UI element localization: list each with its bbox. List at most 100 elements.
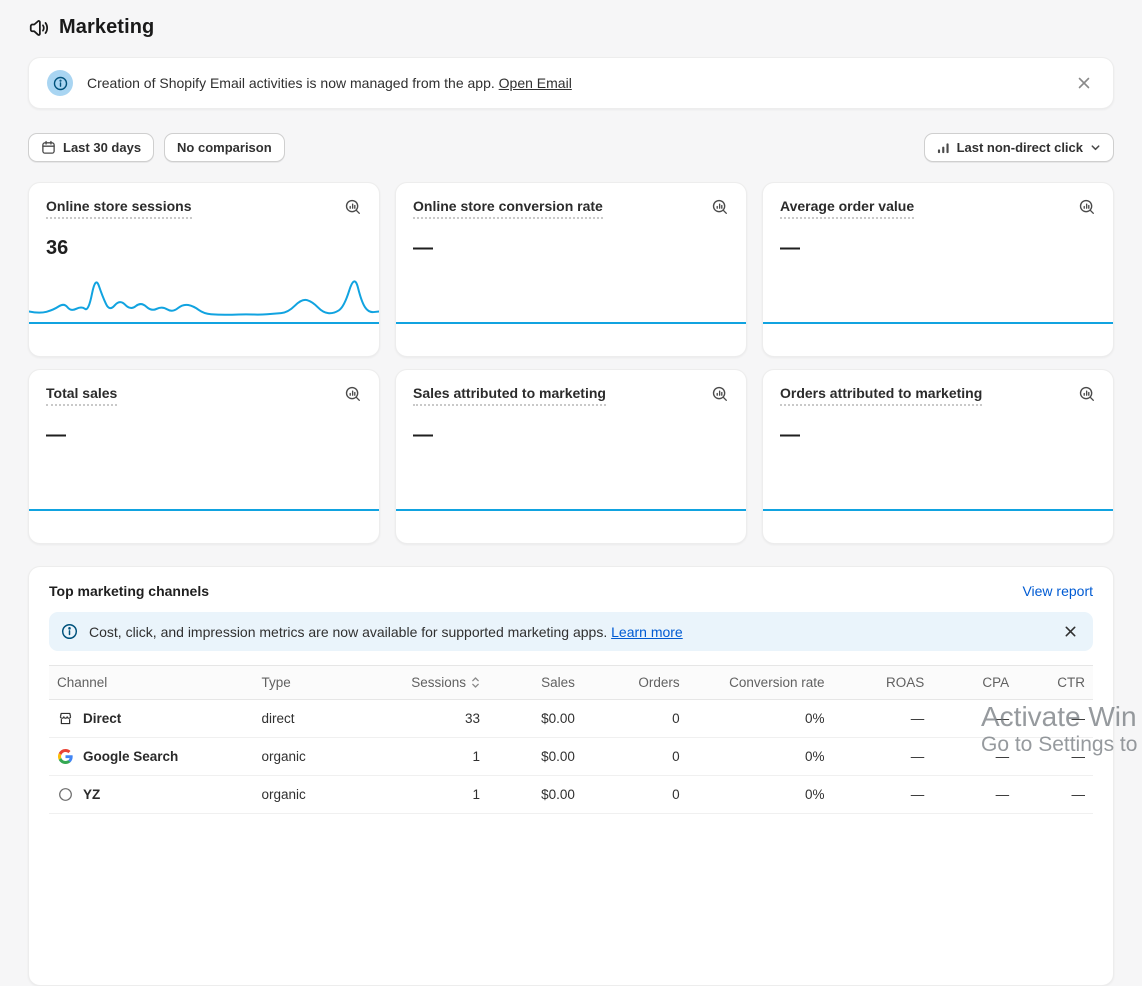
top-marketing-channels-card: Top marketing channels View report Cost,… [28,566,1114,986]
chart-baseline [763,509,1113,511]
col-cpa: CPA [932,666,1017,700]
metric-value: — [780,237,1096,260]
channels-info-banner: Cost, click, and impression metrics are … [49,612,1093,651]
col-type: Type [253,666,388,700]
metric-title: Average order value [780,198,914,219]
metric-card-sales-attributed: Sales attributed to marketing — [395,369,747,544]
page-header: Marketing [28,0,1114,39]
attribution-model-dropdown[interactable]: Last non-direct click [924,133,1114,162]
email-banner-text: Creation of Shopify Email activities is … [87,75,495,91]
report-icon[interactable] [1078,385,1096,403]
channel-sales: $0.00 [488,776,583,814]
channel-ctr: — [1017,738,1093,776]
chart-baseline [396,322,746,324]
metric-title: Online store sessions [46,198,192,219]
channel-sessions: 1 [388,776,488,814]
table-row-direct[interactable]: Direct direct 33 $0.00 0 0% — — — [49,700,1093,738]
col-orders: Orders [583,666,688,700]
chevron-down-icon [1090,142,1101,153]
metric-value: 36 [46,237,362,260]
open-email-link[interactable]: Open Email [499,75,572,91]
metric-title: Online store conversion rate [413,198,603,219]
metric-value: — [413,237,729,260]
page-root: { "header": { "title": "Marketing" }, "e… [0,0,1142,800]
bar-chart-icon [937,141,950,154]
channel-conversion-rate: 0% [688,776,833,814]
metric-card-orders-attributed: Orders attributed to marketing — [762,369,1114,544]
metric-title: Total sales [46,385,117,406]
channel-name[interactable]: Google Search [83,749,178,764]
storefront-icon [57,711,73,726]
chart-baseline [763,322,1113,324]
info-icon [47,70,73,96]
channel-type: organic [253,738,388,776]
channel-type: direct [253,700,388,738]
report-icon[interactable] [344,198,362,216]
filter-row: Last 30 days No comparison Last non-dire… [28,133,1114,162]
channel-roas: — [832,738,932,776]
date-range-label: Last 30 days [63,140,141,155]
channel-orders: 0 [583,738,688,776]
table-row[interactable]: YZ organic 1 $0.00 0 0% — — — [49,776,1093,814]
chart-baseline [29,509,379,511]
learn-more-link[interactable]: Learn more [611,624,683,640]
metric-card-total-sales: Total sales — [28,369,380,544]
channel-name[interactable]: Direct [83,711,121,726]
date-range-button[interactable]: Last 30 days [28,133,154,162]
email-banner-close-button[interactable] [1073,72,1095,94]
col-channel: Channel [49,666,253,700]
channel-conversion-rate: 0% [688,738,833,776]
col-conversion-rate: Conversion rate [688,666,833,700]
metric-value: — [413,424,729,447]
metric-card-online-store-sessions: Online store sessions 36 [28,182,380,357]
channel-orders: 0 [583,700,688,738]
channel-roas: — [832,700,932,738]
channel-sessions: 1 [388,738,488,776]
report-icon[interactable] [1078,198,1096,216]
calendar-icon [41,140,56,155]
chart-baseline [396,509,746,511]
comparison-label: No comparison [177,140,272,155]
col-sales: Sales [488,666,583,700]
channel-ctr: — [1017,776,1093,814]
metric-title: Sales attributed to marketing [413,385,606,406]
sort-icon [471,676,480,689]
channels-table: Channel Type Sessions Sales [49,665,1093,814]
channel-orders: 0 [583,776,688,814]
channel-conversion-rate: 0% [688,700,833,738]
channel-sales: $0.00 [488,700,583,738]
channels-banner-text: Cost, click, and impression metrics are … [89,624,607,640]
channels-banner-close-button[interactable] [1060,621,1081,642]
megaphone-icon [28,17,50,39]
channel-cpa: — [932,738,1017,776]
report-icon[interactable] [344,385,362,403]
google-icon [57,749,73,764]
report-icon[interactable] [711,385,729,403]
comparison-button[interactable]: No comparison [164,133,285,162]
info-icon [61,623,78,640]
channel-sessions: 33 [388,700,488,738]
channel-cpa: — [932,776,1017,814]
email-banner: Creation of Shopify Email activities is … [28,57,1114,109]
report-icon[interactable] [711,198,729,216]
close-icon [1077,76,1091,90]
channel-cpa: — [932,700,1017,738]
col-roas: ROAS [832,666,932,700]
chart-baseline [29,322,379,324]
metric-card-average-order-value: Average order value — [762,182,1114,357]
view-report-link[interactable]: View report [1022,583,1093,599]
attribution-label: Last non-direct click [957,140,1083,155]
metrics-grid: Online store sessions 36 Online store co… [28,182,1114,544]
table-row-google-search[interactable]: Google Search organic 1 $0.00 0 0% — — — [49,738,1093,776]
close-icon [1064,625,1077,638]
metric-value: — [46,424,362,447]
col-ctr: CTR [1017,666,1093,700]
sessions-sparkline-chart [29,260,379,322]
metric-title: Orders attributed to marketing [780,385,982,406]
channel-type: organic [253,776,388,814]
channel-sales: $0.00 [488,738,583,776]
col-sessions[interactable]: Sessions [388,666,488,700]
metric-card-conversion-rate: Online store conversion rate — [395,182,747,357]
metric-value: — [780,424,1096,447]
page-title: Marketing [59,16,154,39]
